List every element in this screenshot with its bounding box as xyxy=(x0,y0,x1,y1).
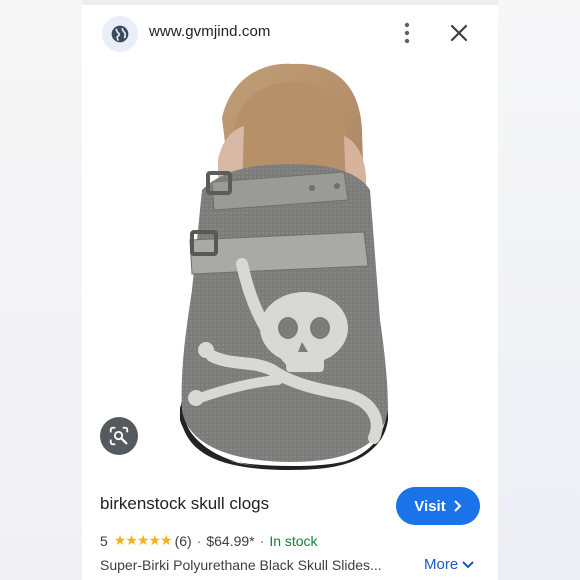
close-icon[interactable] xyxy=(446,20,472,46)
site-url[interactable]: www.gvmjind.com xyxy=(149,23,271,40)
result-sheet: www.gvmjind.com birkenstock skull clogs … xyxy=(82,0,498,580)
more-button[interactable]: More xyxy=(424,556,474,573)
sheet-header: www.gvmjind.com xyxy=(82,8,498,60)
separator: · xyxy=(196,532,202,549)
globe-icon xyxy=(111,25,129,43)
lens-button[interactable] xyxy=(100,417,138,455)
product-image[interactable] xyxy=(82,60,498,470)
more-vert-icon[interactable] xyxy=(398,20,416,46)
chevron-down-icon xyxy=(462,560,474,568)
rating-stars: ★★★★★ xyxy=(113,532,173,548)
separator: · xyxy=(259,532,265,549)
product-title[interactable]: birkenstock skull clogs xyxy=(100,494,269,514)
lens-search-icon xyxy=(109,426,129,446)
clog-illustration xyxy=(180,63,388,470)
rating-value: 5 xyxy=(100,532,108,549)
more-label: More xyxy=(424,556,459,573)
chevron-right-icon xyxy=(453,500,462,512)
site-info-button[interactable] xyxy=(102,16,138,52)
visit-label: Visit xyxy=(414,497,446,515)
product-description: Super-Birki Polyurethane Black Skull Sli… xyxy=(100,557,382,573)
sheet-top-edge xyxy=(82,0,498,5)
price: $64.99* xyxy=(206,532,255,549)
review-count: (6) xyxy=(174,532,192,549)
stock-status: In stock xyxy=(269,532,318,549)
visit-button[interactable]: Visit xyxy=(396,487,480,525)
product-meta: 5 ★★★★★ (6) · $64.99* · In stock xyxy=(100,532,318,549)
right-backdrop xyxy=(498,0,580,580)
left-backdrop xyxy=(0,0,82,580)
